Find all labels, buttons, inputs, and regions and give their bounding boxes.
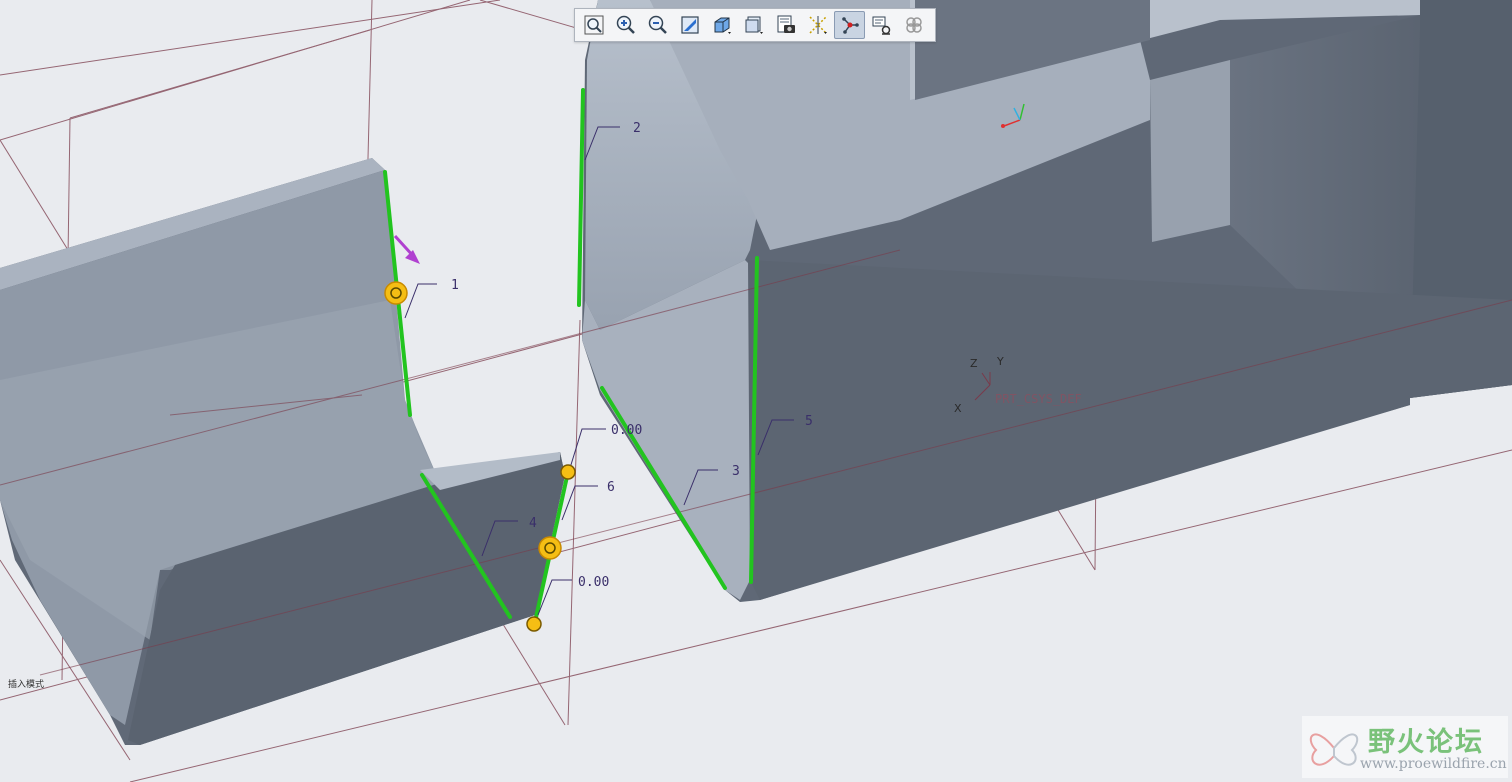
datum-display-button[interactable] xyxy=(802,11,833,39)
csys-axis-x: X xyxy=(954,402,962,415)
saved-orientations-icon xyxy=(745,16,763,34)
direction-arrow-icon[interactable] xyxy=(393,234,420,264)
repaint-icon xyxy=(680,16,699,34)
dimension-bottom-value[interactable]: 0.00 xyxy=(578,575,609,590)
display-style-icon xyxy=(714,17,731,34)
display-style-button[interactable] xyxy=(706,11,737,39)
edge-select-icon xyxy=(841,17,859,34)
csys-axis-z: Z xyxy=(970,357,978,370)
annotation-display-icon xyxy=(872,16,890,35)
zoom-in-icon xyxy=(616,15,635,34)
saved-orientations-button[interactable] xyxy=(738,11,769,39)
dimension-6[interactable]: 6 xyxy=(607,480,615,495)
model-viewport[interactable]: 1 2 3 4 5 6 0.00 0.00 Z Y X PRT_CSYS_DEF… xyxy=(0,0,1512,782)
zoom-fit-icon xyxy=(584,15,603,35)
drag-handle-bottom xyxy=(526,616,542,632)
dimension-3[interactable]: 3 xyxy=(732,464,740,479)
zoom-fit-button[interactable] xyxy=(578,11,609,39)
datum-display-icon xyxy=(808,16,827,34)
view-manager-icon xyxy=(777,15,795,33)
graphics-toolbar xyxy=(574,8,936,42)
dimension-1[interactable]: 1 xyxy=(451,278,459,293)
edge-2 xyxy=(577,88,585,307)
spin-center-button[interactable] xyxy=(898,11,929,39)
left-part[interactable] xyxy=(0,158,565,745)
status-text: 插入模式 xyxy=(8,678,44,690)
forum-watermark: 野火论坛 www.proewildfire.cn xyxy=(1302,716,1508,778)
watermark-title: 野火论坛 xyxy=(1368,727,1484,758)
view-manager-button[interactable] xyxy=(770,11,801,39)
drag-handle-rotate-1 xyxy=(384,281,408,305)
annotation-display-button[interactable] xyxy=(866,11,897,39)
dimension-2[interactable]: 2 xyxy=(633,121,641,136)
spin-center-icon xyxy=(905,17,922,33)
repaint-button[interactable] xyxy=(674,11,705,39)
watermark-url: www.proewildfire.cn xyxy=(1360,756,1507,772)
dimension-top-value[interactable]: 0.00 xyxy=(611,423,642,438)
butterfly-logo-icon xyxy=(1309,733,1359,766)
dimension-5[interactable]: 5 xyxy=(805,414,813,429)
dimension-4[interactable]: 4 xyxy=(529,516,537,531)
drag-handle-top xyxy=(560,464,576,480)
zoom-in-button[interactable] xyxy=(610,11,641,39)
csys-label: PRT_CSYS_DEF xyxy=(995,392,1082,406)
zoom-out-button[interactable] xyxy=(642,11,673,39)
csys-axis-y: Y xyxy=(996,355,1004,368)
edge-select-button[interactable] xyxy=(834,11,865,39)
zoom-out-icon xyxy=(648,15,667,34)
right-part[interactable] xyxy=(582,0,1512,602)
drag-handle-rotate-2 xyxy=(538,536,562,560)
